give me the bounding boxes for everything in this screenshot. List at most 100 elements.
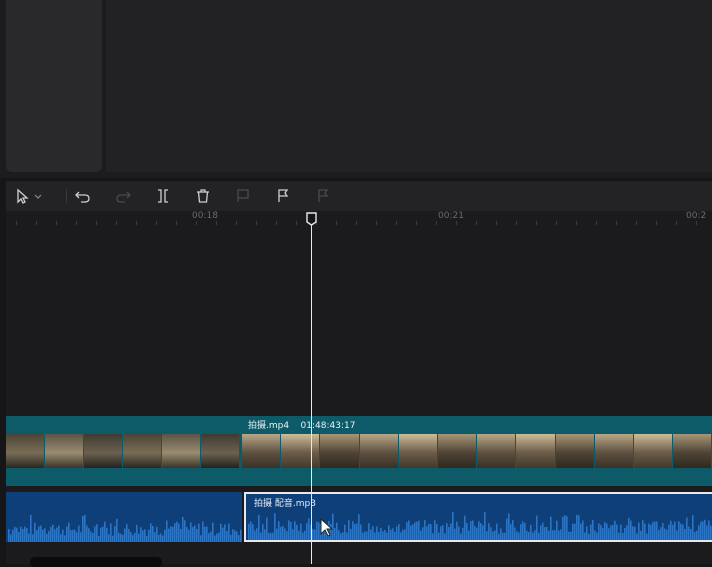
waveform-bar (22, 529, 24, 542)
video-frame (477, 434, 516, 468)
waveform-bar (536, 515, 538, 540)
waveform-bar (558, 530, 560, 540)
waveform-bar (644, 523, 646, 540)
video-frame (398, 434, 437, 468)
waveform-bar (60, 534, 62, 542)
playhead-line[interactable] (311, 222, 312, 564)
waveform-bar (312, 529, 314, 540)
split-button[interactable] (152, 186, 174, 206)
waveform-bar (676, 530, 678, 540)
redo-icon (116, 191, 131, 203)
audio-waveform (8, 514, 242, 542)
freeze-button[interactable] (232, 186, 254, 206)
add-marker-button[interactable] (272, 186, 294, 206)
waveform-bar (436, 524, 438, 540)
video-clip-thumbnails[interactable] (242, 434, 712, 468)
scroll-indicator[interactable] (30, 557, 162, 567)
audio-clip-selected[interactable]: 拍摄 配音.mp3 (244, 492, 712, 542)
marker-disabled-button[interactable] (312, 186, 334, 206)
timeline-ruler[interactable]: 00:18 00:21 00:2 (6, 211, 712, 227)
delete-button[interactable] (192, 186, 214, 206)
video-frame (359, 434, 398, 468)
ruler-tick (576, 221, 577, 225)
waveform-bar (162, 535, 164, 542)
waveform-bar (296, 524, 298, 540)
waveform-bar (628, 517, 630, 540)
waveform-bar (414, 522, 416, 540)
waveform-bar (626, 525, 628, 540)
waveform-bar (98, 535, 100, 542)
waveform-bar (52, 524, 54, 542)
waveform-bar (606, 523, 608, 540)
waveform-bar (228, 523, 230, 542)
waveform-bar (462, 527, 464, 540)
waveform-bar (672, 524, 674, 540)
playhead-icon (306, 212, 317, 226)
video-clip-duration: 01:48:43:17 (300, 421, 356, 431)
waveform-bar (92, 532, 94, 542)
waveform-bar (562, 516, 564, 540)
flag-icon (278, 189, 289, 202)
waveform-bar (614, 520, 616, 540)
undo-button[interactable] (72, 186, 94, 206)
waveform-bar (294, 521, 296, 540)
waveform-bar (156, 526, 158, 542)
waveform-bar (280, 526, 282, 540)
waveform-bar (634, 526, 636, 540)
redo-button[interactable] (112, 186, 134, 206)
preview-panel (106, 0, 712, 172)
waveform-bar (268, 532, 270, 540)
waveform-bar (50, 526, 52, 542)
waveform-bar (30, 514, 32, 542)
waveform-bar (484, 512, 486, 540)
waveform-bar (160, 533, 162, 542)
waveform-bar (290, 521, 292, 540)
ruler-tick (116, 221, 117, 225)
video-track[interactable]: 拍摄.mp4 01:48:43:17 (6, 416, 712, 486)
waveform-bar (254, 530, 256, 540)
waveform-bar (564, 515, 566, 540)
split-icon (158, 189, 168, 203)
waveform-bar (8, 529, 10, 542)
waveform-bar (62, 529, 64, 542)
waveform-bar (142, 530, 144, 542)
waveform-bar (576, 514, 578, 540)
waveform-bar (502, 532, 504, 540)
ruler-tick (196, 221, 197, 225)
waveform-bar (224, 524, 226, 542)
audio-clip[interactable] (6, 492, 242, 542)
audio-track[interactable]: 拍摄 配音.mp3 (6, 492, 712, 544)
waveform-bar (474, 526, 476, 540)
waveform-bar (68, 522, 70, 542)
waveform-bar (106, 527, 108, 542)
waveform-bar (206, 526, 208, 542)
waveform-bar (426, 526, 428, 540)
waveform-bar (264, 529, 266, 540)
waveform-bar (478, 521, 480, 540)
waveform-bar (28, 533, 30, 542)
video-clip-thumbnails[interactable] (6, 434, 240, 468)
flag-icon (318, 189, 329, 202)
waveform-bar (408, 520, 410, 540)
waveform-bar (532, 532, 534, 540)
waveform-bar (136, 524, 138, 542)
playhead-handle[interactable] (306, 211, 317, 226)
waveform-bar (552, 530, 554, 540)
waveform-bar (584, 532, 586, 540)
waveform-bar (304, 530, 306, 540)
waveform-bar (546, 527, 548, 540)
select-tool-button[interactable] (12, 186, 46, 206)
video-frame (162, 434, 200, 468)
waveform-bar (656, 521, 658, 540)
ruler-tick (616, 221, 617, 225)
video-frame (594, 434, 633, 468)
ruler-tick (336, 221, 337, 225)
waveform-bar (76, 532, 78, 542)
waveform-bar (654, 521, 656, 540)
waveform-bar (596, 532, 598, 540)
waveform-bar (708, 520, 710, 540)
waveform-bar (630, 520, 632, 540)
waveform-bar (172, 526, 174, 542)
waveform-bar (256, 528, 258, 540)
waveform-bar (560, 529, 562, 540)
